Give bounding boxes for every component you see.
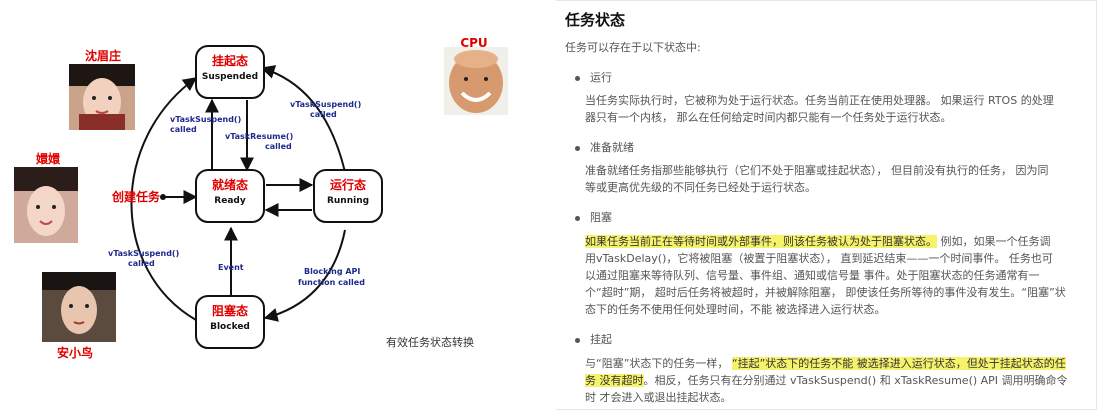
label-blocking: Blocking API [304,267,360,276]
label-resume-2: called [265,142,292,151]
state-suspended-en: Suspended [202,72,258,82]
section-blocked-heading: 阻塞 [575,209,612,225]
label-suspend-top-left-2: called [170,125,197,134]
diagram-caption: 有效任务状态转换 [386,336,474,349]
section-suspended-line-3: 时 才会进入或退出挂起状态。 [585,391,732,404]
section-blocked-line-3: 以通过阻塞来等待队列、信号量、事件组、通知或信号量 事件。处于阻塞状态的任务通常… [585,269,1040,282]
portrait-1 [69,64,135,130]
state-suspended-cn: 挂起态 [212,53,248,68]
portrait-cpu [444,47,508,115]
portrait-3 [42,272,116,342]
label-resume: vTaskResume() [225,132,293,141]
section-running-line-1: 当任务实际执行时，它被称为处于运行状态。任务当前正在使用处理器。 如果运行 RT… [585,94,1054,107]
bullet-dot [575,337,580,343]
state-ready-en: Ready [214,196,246,206]
section-running-line-2: 器只有一个内核， 那么在任何给定时间内都只能有一个任务处于运行状态。 [585,111,952,124]
state-running-en: Running [327,196,369,206]
arc-running-to-suspended [260,65,346,173]
person-name-2: 嬛嬛 [35,151,61,166]
state-diagram-svg: 挂起态 Suspended 就绪态 Ready 运行态 Running 阻塞态 … [14,36,508,360]
section-ready-line-1: 准备就绪任务指那些能够执行（它们不处于阻塞或挂起状态）， 但目前没有执行的任务，… [585,164,1049,177]
label-suspend-right: vTaskSuspend() [290,100,361,109]
state-ready-cn: 就绪态 [212,177,248,192]
section-blocked-line-1-rest: 例如，如果一个任务调 [937,235,1051,248]
section-blocked-line-4: 个“超时”期， 超时后任务将被超时，并被解除阻塞， 即使该任务所等待的事件没有发… [585,286,1066,299]
section-suspended-heading: 挂起 [575,331,612,347]
label-event: Event [218,263,244,272]
label-create-task: 创建任务 [111,189,161,204]
doc-panel: 任务状态 任务可以存在于以下状态中: 运行 当任务实际执行时，它被称为处于运行状… [556,0,1097,410]
state-blocked-en: Blocked [210,322,250,332]
person-name-3: 安小鸟 [57,345,93,360]
section-suspended-line-1-a: 与“阻塞”状态下的任务一样， [585,357,732,370]
doc-title: 任务状态 [565,11,626,29]
section-running-title: 运行 [590,71,612,84]
section-blocked-line-1: 如果任务当前正在等待时间或外部事件，则该任务被认为处于阻塞状态。 例如，如果一个… [585,233,1051,250]
section-blocked-title: 阻塞 [590,211,612,224]
section-suspended-line-2: 务 没有超时。相反，任务只有在分别通过 vTaskSuspend() 和 xTa… [585,372,1068,389]
person-name-1: 沈眉庄 [85,48,121,63]
section-suspended-line-1: 与“阻塞”状态下的任务一样， “挂起”状态下的任务不能 被选择进入运行状态，但处… [585,355,1066,372]
label-suspend-right-2: called [310,110,337,119]
section-ready-line-2: 等或更高优先级的不同任务已经处于运行状态。 [585,181,816,194]
state-blocked-cn: 阻塞态 [212,303,248,318]
section-suspended-line-2-rest: 。相反，任务只有在分别通过 vTaskSuspend() 和 xTaskResu… [643,374,1068,387]
highlight-blocked: 如果任务当前正在等待时间或外部事件，则该任务被认为处于阻塞状态。 [585,235,937,248]
section-blocked-line-5: 态下的任务不使用任何处理时间，不能 被选择进入运行状态。 [585,303,886,316]
section-suspended-title: 挂起 [590,333,612,346]
state-diagram: 挂起态 Suspended 就绪态 Ready 运行态 Running 阻塞态 … [0,0,545,416]
highlight-suspended-1: “挂起”状态下的任务不能 被选择进入运行状态，但处于挂起状态的任 [731,357,1066,370]
bullet-dot [575,75,580,81]
portrait-2 [14,167,78,243]
section-blocked-line-2: 用vTaskDelay()，它将被阻塞（被置于阻塞状态）， 直到延迟结束——一个… [585,252,1053,265]
label-suspend-top-left: vTaskSuspend() [170,115,241,124]
section-ready-heading: 准备就绪 [575,139,634,155]
section-ready-title: 准备就绪 [590,141,634,154]
highlight-suspended-2: 务 没有超时 [585,374,644,387]
label-blocking-2: function called [298,278,365,287]
state-running-cn: 运行态 [330,177,366,192]
bullet-dot [575,145,580,151]
doc-intro: 任务可以存在于以下状态中: [565,41,701,54]
bullet-dot [575,215,580,221]
label-suspend-left-2: called [128,259,155,268]
section-running-heading: 运行 [575,69,612,85]
label-suspend-left: vTaskSuspend() [108,249,179,258]
